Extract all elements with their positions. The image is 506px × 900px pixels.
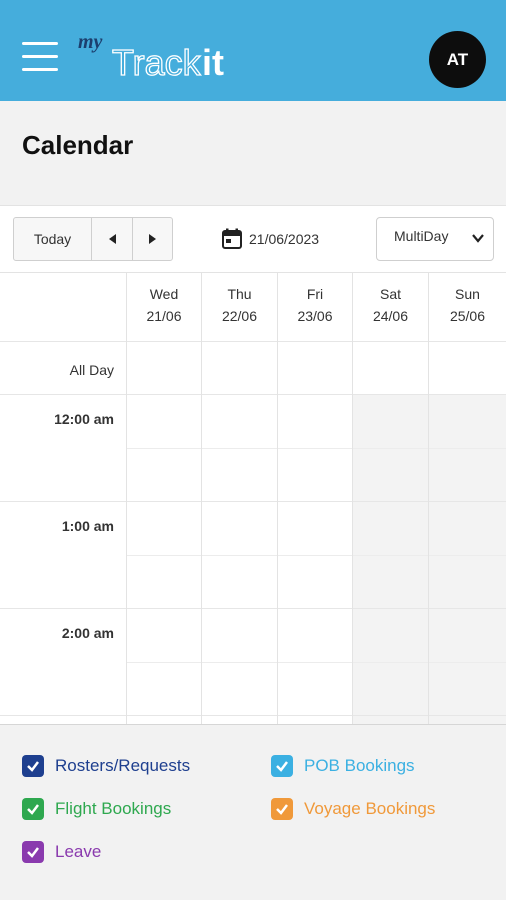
filter-flight-bookings[interactable]: Flight Bookings <box>22 798 171 820</box>
day-header-fri[interactable]: Fri 23/06 <box>278 273 352 341</box>
user-avatar[interactable]: AT <box>429 31 486 88</box>
time-label-12am: 12:00 am <box>54 411 114 427</box>
view-mode-value: MultiDay <box>394 228 449 244</box>
checkbox-checked-icon[interactable] <box>22 755 44 777</box>
all-day-label: All Day <box>69 362 114 378</box>
today-button[interactable]: Today <box>14 218 92 260</box>
day-header-sat[interactable]: Sat 24/06 <box>353 273 428 341</box>
calendar-toolbar: Today 21/06/2023 MultiDay <box>0 206 506 272</box>
logo-suffix: it <box>202 42 224 83</box>
filter-leave[interactable]: Leave <box>22 841 101 863</box>
filter-label: POB Bookings <box>304 756 415 775</box>
day-header-wed[interactable]: Wed 21/06 <box>127 273 201 341</box>
logo-prefix: my <box>78 31 103 53</box>
date-picker[interactable]: 21/06/2023 <box>221 228 319 250</box>
day-header-sun[interactable]: Sun 25/06 <box>429 273 506 341</box>
calendar-panel: Today 21/06/2023 MultiDay Wed 21/06 Thu … <box>0 205 506 725</box>
filter-rosters-requests[interactable]: Rosters/Requests <box>22 755 190 777</box>
time-label-2am: 2:00 am <box>61 625 114 641</box>
caret-left-icon <box>108 234 116 244</box>
checkbox-checked-icon[interactable] <box>271 755 293 777</box>
view-mode-select[interactable]: MultiDay <box>376 217 494 261</box>
booking-type-filters: Rosters/Requests POB Bookings Flight Boo… <box>0 726 506 900</box>
navigation-button-group: Today <box>13 217 173 261</box>
checkbox-checked-icon[interactable] <box>22 798 44 820</box>
filter-label: Leave <box>55 842 102 861</box>
checkbox-checked-icon[interactable] <box>271 798 293 820</box>
filter-label: Flight Bookings <box>55 799 172 818</box>
top-app-bar: my Track it AT <box>0 0 506 101</box>
filter-label: Rosters/Requests <box>55 756 191 775</box>
filter-label: Voyage Bookings <box>304 799 436 818</box>
mytrackit-logo: my Track it <box>78 31 224 84</box>
date-value: 21/06/2023 <box>249 231 320 247</box>
calendar-icon <box>222 228 242 249</box>
time-label-1am: 1:00 am <box>61 518 114 534</box>
day-header-thu[interactable]: Thu 22/06 <box>202 273 277 341</box>
chevron-down-icon <box>472 234 484 243</box>
filter-pob-bookings[interactable]: POB Bookings <box>271 755 415 777</box>
hamburger-menu-icon[interactable] <box>22 42 58 74</box>
next-button[interactable] <box>133 218 172 260</box>
checkbox-checked-icon[interactable] <box>22 841 44 863</box>
logo-main: Track <box>112 42 202 83</box>
weekend-shading <box>353 394 506 724</box>
filter-voyage-bookings[interactable]: Voyage Bookings <box>271 798 435 820</box>
caret-right-icon <box>149 234 156 244</box>
page-title: Calendar <box>22 130 134 160</box>
calendar-grid: Wed 21/06 Thu 22/06 Fri 23/06 Sat 24/06 Sun 2… <box>0 272 506 724</box>
previous-button[interactable] <box>92 218 133 260</box>
